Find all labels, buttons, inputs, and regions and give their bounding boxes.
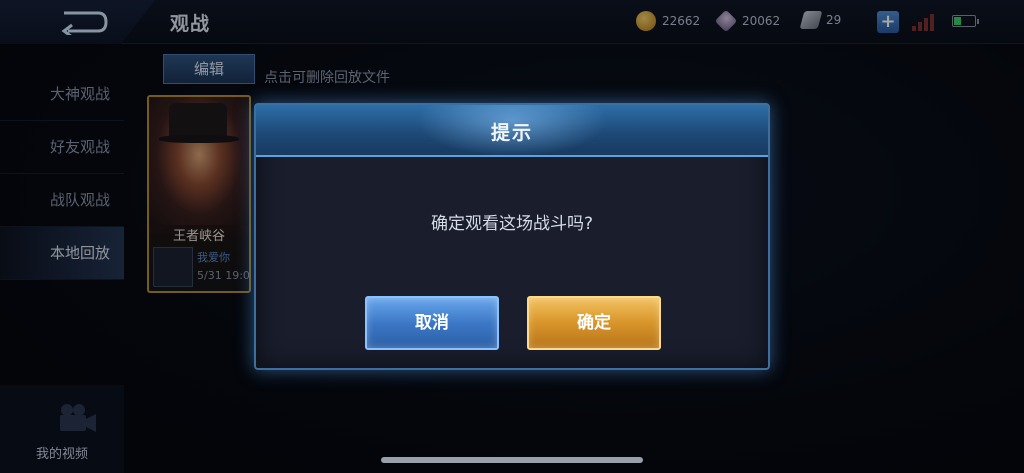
home-indicator[interactable] bbox=[381, 457, 643, 463]
dialog-message: 确定观看这场战斗吗? bbox=[430, 214, 594, 234]
cancel-button[interactable]: 取消 bbox=[365, 296, 499, 350]
dialog-title: 提示 bbox=[490, 122, 533, 144]
confirm-button[interactable]: 确定 bbox=[527, 296, 661, 350]
confirm-dialog: 提示 确定观看这场战斗吗? 取消 确定 bbox=[254, 103, 770, 370]
